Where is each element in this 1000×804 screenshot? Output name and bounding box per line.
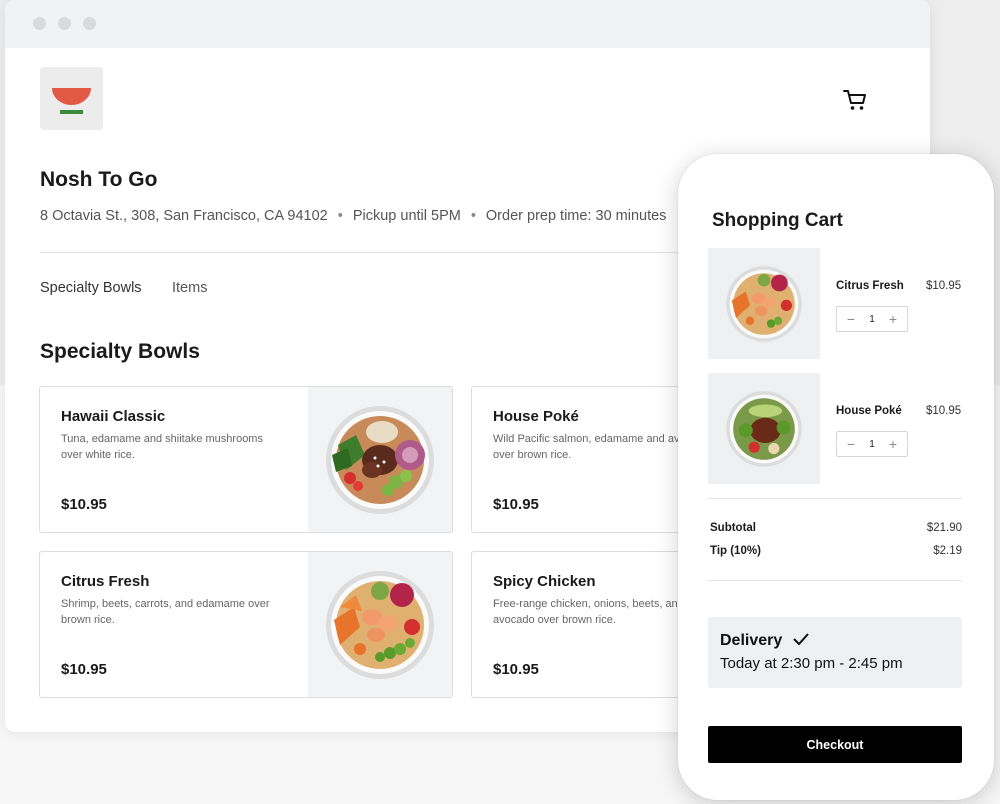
minus-icon[interactable]: − <box>844 311 858 327</box>
tab-specialty-bowls[interactable]: Specialty Bowls <box>40 280 142 296</box>
cart-item-price: $10.95 <box>926 405 962 417</box>
cart-item-image <box>708 248 820 359</box>
quantity-value: 1 <box>869 438 875 450</box>
checkout-button[interactable]: Checkout <box>708 726 962 763</box>
mobile-cart-panel: Shopping Cart Citrus Fresh $10.95 − 1 + <box>678 154 994 800</box>
meta-separator: • <box>470 208 476 224</box>
window-close-dot[interactable] <box>33 17 46 30</box>
quantity-stepper[interactable]: − 1 + <box>836 306 908 332</box>
cart-item-price: $10.95 <box>926 280 962 292</box>
plus-icon[interactable]: + <box>886 436 900 452</box>
delivery-time: Today at 2:30 pm - 2:45 pm <box>720 655 903 672</box>
menu-item-price: $10.95 <box>493 661 539 678</box>
quantity-value: 1 <box>869 313 875 325</box>
menu-item-price: $10.95 <box>61 496 107 513</box>
menu-item-price: $10.95 <box>493 496 539 513</box>
store-logo <box>40 67 103 130</box>
menu-item-title: Hawaii Classic <box>61 408 166 425</box>
menu-item-image <box>308 387 452 532</box>
menu-item-image <box>308 552 452 697</box>
subtotal-label: Subtotal <box>710 522 756 534</box>
menu-item-title: Spicy Chicken <box>493 573 596 590</box>
menu-item-price: $10.95 <box>61 661 107 678</box>
tab-items[interactable]: Items <box>172 280 207 296</box>
cart-button[interactable] <box>838 84 872 116</box>
section-title: Specialty Bowls <box>40 340 200 363</box>
meta-separator: • <box>337 208 343 224</box>
subtotal-value: $21.90 <box>926 522 962 534</box>
cart-title: Shopping Cart <box>712 210 843 231</box>
window-minimize-dot[interactable] <box>58 17 71 30</box>
store-name: Nosh To Go <box>40 168 158 191</box>
delivery-option[interactable]: Delivery Today at 2:30 pm - 2:45 pm <box>708 617 962 688</box>
bowl-icon <box>52 88 91 114</box>
quantity-stepper[interactable]: − 1 + <box>836 431 908 457</box>
menu-item-description: Tuna, edamame and shiitake mushrooms ove… <box>61 433 263 461</box>
menu-item-title: Citrus Fresh <box>61 573 150 590</box>
minus-icon[interactable]: − <box>844 436 858 452</box>
prep-time-info: Order prep time: 30 minutes <box>485 208 667 224</box>
tip-value: $2.19 <box>933 545 962 557</box>
poke-bowl-image <box>326 405 434 514</box>
store-address: 8 Octavia St., 308, San Francisco, CA 94… <box>40 208 328 224</box>
cart-item-image <box>708 373 820 484</box>
divider <box>708 498 962 499</box>
citrus-bowl-image <box>726 265 802 342</box>
window-maximize-dot[interactable] <box>83 17 96 30</box>
menu-card-hawaii-classic[interactable]: Hawaii Classic Tuna, edamame and shiitak… <box>39 386 453 533</box>
citrus-bowl-image <box>326 570 434 679</box>
browser-title-bar <box>5 0 930 48</box>
store-meta: 8 Octavia St., 308, San Francisco, CA 94… <box>40 208 666 224</box>
menu-item-description: Shrimp, beets, carrots, and edamame over… <box>61 598 270 626</box>
tip-label: Tip (10%) <box>710 545 761 557</box>
plus-icon[interactable]: + <box>886 311 900 327</box>
pickup-info: Pickup until 5PM <box>352 208 461 224</box>
delivery-label: Delivery <box>720 632 783 649</box>
menu-card-citrus-fresh[interactable]: Citrus Fresh Shrimp, beets, carrots, and… <box>39 551 453 698</box>
cart-item-name: House Poké <box>836 405 902 417</box>
cart-icon <box>843 90 866 110</box>
cart-item-name: Citrus Fresh <box>836 280 904 292</box>
menu-item-title: House Poké <box>493 408 579 425</box>
divider <box>708 580 962 581</box>
check-icon <box>793 633 809 646</box>
poke-bowl-image <box>726 390 802 467</box>
